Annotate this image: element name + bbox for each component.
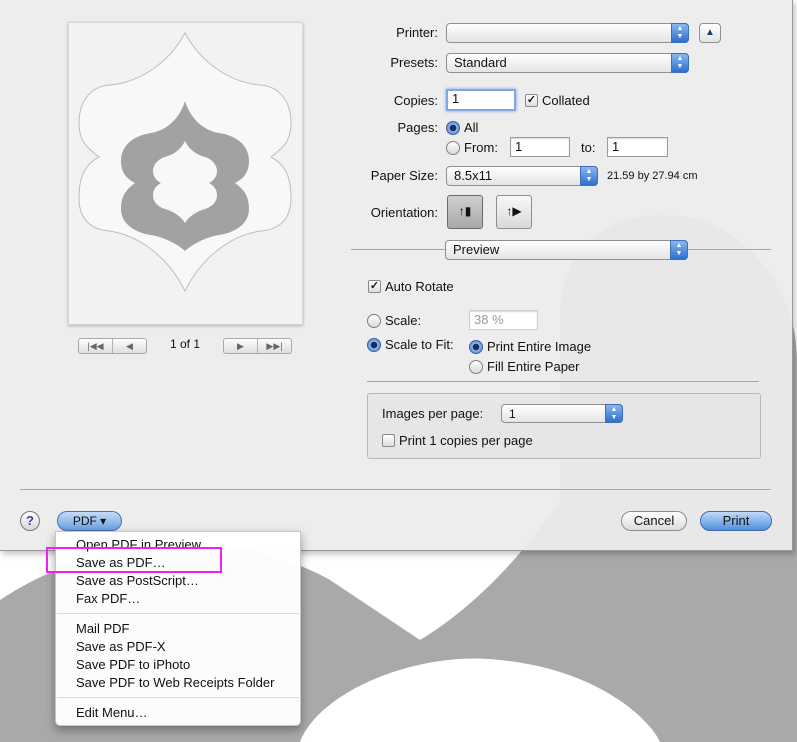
print-copies-label: Print 1 copies per page xyxy=(399,433,533,448)
auto-rotate-checkbox[interactable]: ✓ xyxy=(368,280,381,293)
pages-label: Pages: xyxy=(397,120,438,135)
menu-item-save-pdf-to-iphoto[interactable]: Save PDF to iPhoto xyxy=(76,657,190,672)
popup-arrows-icon: ▲ ▼ xyxy=(671,23,689,43)
fill-entire-paper-radio[interactable] xyxy=(469,360,483,374)
help-icon: ? xyxy=(26,513,34,528)
next-page-icon[interactable]: ▶ xyxy=(224,339,257,353)
print-entire-image-radio[interactable] xyxy=(469,340,483,354)
images-per-page-label: Images per page: xyxy=(382,406,484,421)
scale-label: Scale: xyxy=(385,313,422,328)
print-button[interactable]: Print xyxy=(700,511,772,531)
scale-to-fit-label: Scale to Fit: xyxy=(385,337,454,352)
pdf-menu-button[interactable]: PDF ▾ xyxy=(57,511,122,531)
popup-arrows-icon: ▲ ▼ xyxy=(580,166,598,186)
collated-checkbox[interactable]: ✓ xyxy=(525,94,538,107)
popup-arrows-icon: ▲ ▼ xyxy=(671,53,689,73)
menu-item-edit-menu[interactable]: Edit Menu… xyxy=(76,705,148,720)
pages-to-label: to: xyxy=(581,140,596,155)
popup-arrows-icon: ▲ ▼ xyxy=(605,404,623,423)
disclosure-up-icon: ▲ xyxy=(705,27,715,38)
options-divider xyxy=(367,381,759,382)
menu-item-fax-pdf[interactable]: Fax PDF… xyxy=(76,591,140,606)
menu-item-save-as-postscript[interactable]: Save as PostScript… xyxy=(76,573,199,588)
paper-size-popup[interactable]: 8.5x11 ▲ ▼ xyxy=(446,166,598,186)
fill-entire-paper-label: Fill Entire Paper xyxy=(487,359,580,374)
last-page-icon[interactable]: ▶▶| xyxy=(257,339,291,353)
images-per-page-group xyxy=(367,393,761,459)
pages-from-radio[interactable] xyxy=(446,141,460,155)
menu-item-save-as-pdf-x[interactable]: Save as PDF-X xyxy=(76,639,166,654)
section-popup-value: Preview xyxy=(453,242,500,257)
printer-disclosure-button[interactable]: ▲ xyxy=(699,23,721,43)
menu-separator xyxy=(57,613,299,614)
presets-label: Presets: xyxy=(390,55,438,70)
menu-separator xyxy=(57,697,299,698)
print-dialog: |◀◀ ◀ 1 of 1 ▶ ▶▶| Printer: ▲ ▼ ▲ Presets… xyxy=(0,0,793,551)
print-entire-image-label: Print Entire Image xyxy=(487,339,592,354)
presets-value: Standard xyxy=(454,55,507,70)
pages-from-label: From: xyxy=(464,140,498,155)
menu-item-mail-pdf[interactable]: Mail PDF xyxy=(76,621,129,636)
auto-rotate-label: Auto Rotate xyxy=(385,279,454,294)
images-per-page-popup[interactable]: 1 ▲ ▼ xyxy=(501,404,623,423)
printer-label: Printer: xyxy=(396,25,438,40)
landscape-orientation-button[interactable]: ↑▶ xyxy=(496,195,532,229)
images-per-page-value: 1 xyxy=(509,407,516,421)
pages-all-radio[interactable] xyxy=(446,121,460,135)
page-indicator: 1 of 1 xyxy=(169,337,201,351)
section-popup[interactable]: Preview ▲ ▼ xyxy=(445,240,688,260)
pages-to-input[interactable]: 1 xyxy=(607,137,668,157)
print-copies-checkbox[interactable] xyxy=(382,434,395,447)
page-nav-forward-group: ▶ ▶▶| xyxy=(223,338,292,354)
scale-to-fit-radio[interactable] xyxy=(367,338,381,352)
page-preview xyxy=(68,22,303,325)
printer-popup[interactable]: ▲ ▼ xyxy=(446,23,689,43)
presets-popup[interactable]: Standard ▲ ▼ xyxy=(446,53,689,73)
scale-radio[interactable] xyxy=(367,314,381,328)
menu-item-save-pdf-to-web-receipts[interactable]: Save PDF to Web Receipts Folder xyxy=(76,675,274,690)
scale-input[interactable]: 38 % xyxy=(469,310,538,330)
orientation-label: Orientation: xyxy=(370,205,438,220)
popup-arrows-icon: ▲ ▼ xyxy=(670,240,688,260)
paper-size-label: Paper Size: xyxy=(370,168,438,183)
cancel-button[interactable]: Cancel xyxy=(621,511,687,531)
collated-label: Collated xyxy=(542,93,590,108)
pages-from-input[interactable]: 1 xyxy=(510,137,570,157)
help-button[interactable]: ? xyxy=(20,511,40,531)
landscape-orientation-icon: ↑▶ xyxy=(506,204,522,218)
pages-all-label: All xyxy=(464,120,479,135)
prev-page-icon[interactable]: ◀ xyxy=(112,339,146,353)
paper-size-value: 8.5x11 xyxy=(454,168,493,183)
portrait-orientation-icon: ↑▮ xyxy=(458,204,472,218)
footer-divider xyxy=(20,489,771,490)
moroccan-tile-preview-image xyxy=(78,31,292,293)
portrait-orientation-button[interactable]: ↑▮ xyxy=(447,195,483,229)
copies-input[interactable]: 1 xyxy=(446,89,516,111)
annotation-highlight-box xyxy=(46,547,222,573)
first-page-icon[interactable]: |◀◀ xyxy=(79,339,112,353)
paper-dimensions: 21.59 by 27.94 cm xyxy=(607,170,698,182)
copies-label: Copies: xyxy=(393,93,438,108)
page-nav-back-group: |◀◀ ◀ xyxy=(78,338,147,354)
